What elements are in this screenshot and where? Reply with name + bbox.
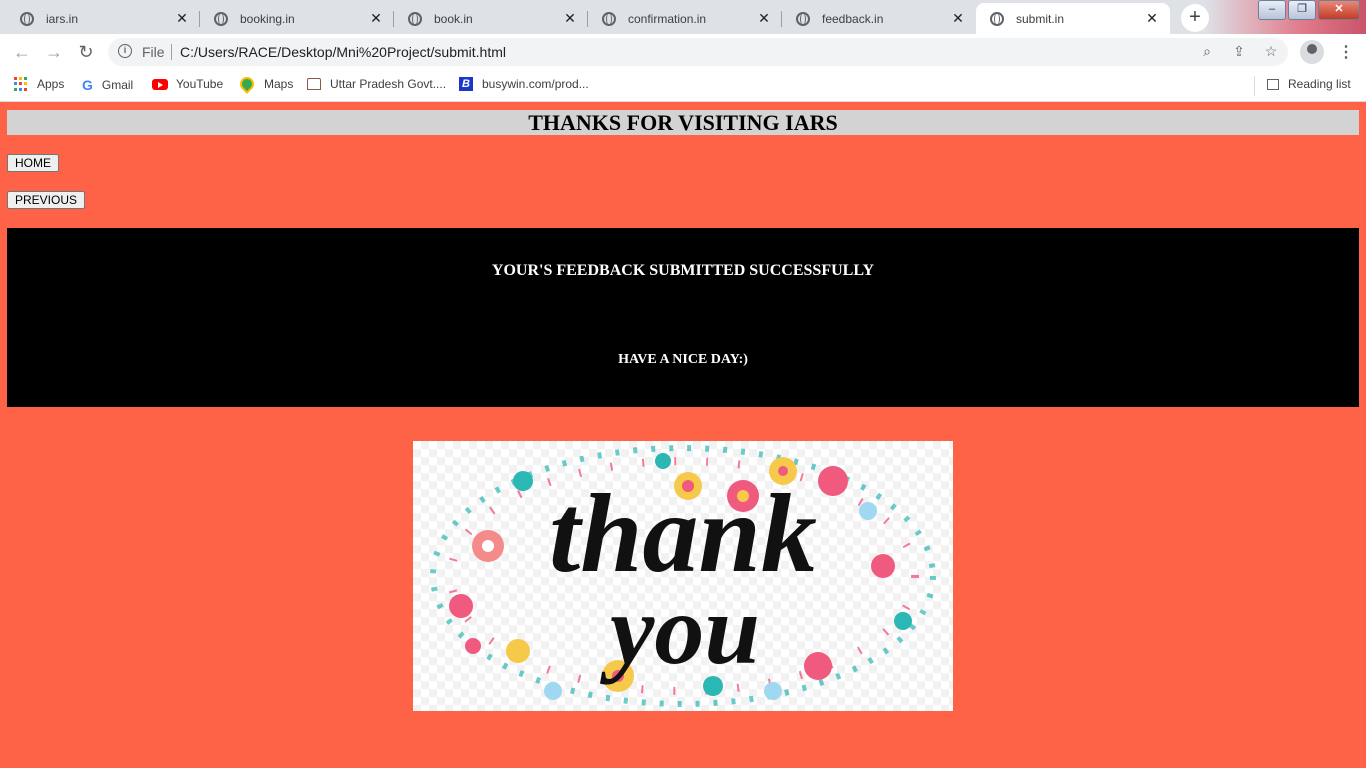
nice-day-message: HAVE A NICE DAY:) xyxy=(618,352,748,367)
forward-arrow-icon[interactable]: → xyxy=(44,42,64,62)
info-icon[interactable]: i xyxy=(118,44,132,58)
reading-list-label: Reading list xyxy=(1288,77,1351,91)
globe-icon xyxy=(796,11,810,26)
government-icon xyxy=(307,78,321,90)
close-icon[interactable]: ✕ xyxy=(754,10,774,27)
busy-icon: B xyxy=(459,77,473,91)
thank-you-illustration: thank you xyxy=(430,445,936,707)
address-bar[interactable]: i File C:/Users/RACE/Desktop/Mni%20Proje… xyxy=(108,38,1288,66)
globe-icon xyxy=(602,11,616,26)
close-icon[interactable]: ✕ xyxy=(172,10,192,27)
address-divider xyxy=(171,44,172,60)
bookmark-label: Uttar Pradesh Govt.... xyxy=(330,77,447,91)
new-tab-button[interactable]: + xyxy=(1181,4,1209,32)
home-button[interactable]: HOME xyxy=(7,154,59,172)
tab-book[interactable]: book.in ✕ xyxy=(394,3,588,34)
browser-menu-icon[interactable]: ⋮ xyxy=(1338,42,1354,62)
bookmark-star-icon[interactable]: ☆ xyxy=(1262,43,1280,60)
thank-you-image: thank you xyxy=(413,441,953,711)
tab-label: booking.in xyxy=(240,11,295,26)
close-icon[interactable]: ✕ xyxy=(1142,10,1162,27)
you-word: you xyxy=(599,574,760,685)
window-controls: – ❐ ✕ xyxy=(1256,0,1360,20)
globe-icon xyxy=(214,11,228,26)
tab-label: book.in xyxy=(434,11,473,26)
previous-button[interactable]: PREVIOUS xyxy=(7,191,86,209)
tab-label: confirmation.in xyxy=(628,11,707,26)
close-icon[interactable]: ✕ xyxy=(366,10,386,27)
bookmark-uttar-pradesh[interactable]: Uttar Pradesh Govt.... xyxy=(307,77,446,91)
message-panel: YOUR'S FEEDBACK SUBMITTED SUCCESSFULLY H… xyxy=(7,228,1359,407)
bookmark-label: YouTube xyxy=(176,77,224,91)
reload-icon[interactable]: ↻ xyxy=(76,42,96,62)
bookmark-youtube[interactable]: YouTube xyxy=(152,77,223,91)
scheme-label: File xyxy=(142,44,165,60)
feedback-success-message: YOUR'S FEEDBACK SUBMITTED SUCCESSFULLY xyxy=(491,262,875,279)
minimize-icon[interactable]: – xyxy=(1258,0,1286,20)
close-icon[interactable]: ✕ xyxy=(948,10,968,27)
bookmark-label: Apps xyxy=(37,77,65,91)
bookmarks-bar: Apps G Gmail YouTube Maps Uttar Pradesh … xyxy=(0,70,1366,102)
tab-strip: iars.in ✕ booking.in ✕ book.in ✕ confirm… xyxy=(0,0,1366,34)
google-icon: G xyxy=(82,77,93,93)
share-icon[interactable]: ⇪ xyxy=(1230,43,1248,60)
page-title: THANKS FOR VISITING IARS xyxy=(7,110,1359,135)
url-text[interactable]: C:/Users/RACE/Desktop/Mni%20Project/subm… xyxy=(180,44,506,60)
apps-grid-icon xyxy=(14,77,28,91)
bookmark-maps[interactable]: Maps xyxy=(237,74,294,94)
globe-icon xyxy=(408,11,422,26)
close-icon[interactable]: ✕ xyxy=(560,10,580,27)
bookmark-busywin[interactable]: B busywin.com/prod... xyxy=(459,77,589,91)
tab-label: iars.in xyxy=(46,11,79,26)
reading-list-button[interactable]: Reading list xyxy=(1267,77,1351,91)
youtube-icon xyxy=(152,78,168,90)
maps-pin-icon xyxy=(237,74,257,94)
globe-icon xyxy=(990,11,1004,26)
reading-list-icon xyxy=(1267,78,1279,90)
tab-feedback[interactable]: feedback.in ✕ xyxy=(782,3,976,34)
globe-icon xyxy=(20,11,34,26)
tab-label: submit.in xyxy=(1016,11,1065,26)
window-close-icon[interactable]: ✕ xyxy=(1318,0,1360,20)
maximize-icon[interactable]: ❐ xyxy=(1288,0,1316,20)
tab-submit[interactable]: submit.in ✕ xyxy=(976,3,1170,34)
tab-iars[interactable]: iars.in ✕ xyxy=(6,3,200,34)
bookmark-label: Maps xyxy=(264,77,294,91)
tab-label: feedback.in xyxy=(822,11,884,26)
bookmark-gmail[interactable]: G Gmail xyxy=(82,77,133,93)
browser-toolbar: ← → ↻ i File C:/Users/RACE/Desktop/Mni%2… xyxy=(0,34,1366,70)
tab-booking[interactable]: booking.in ✕ xyxy=(200,3,394,34)
bookmark-apps[interactable]: Apps xyxy=(14,77,64,91)
back-arrow-icon[interactable]: ← xyxy=(12,42,32,62)
tab-confirmation[interactable]: confirmation.in ✕ xyxy=(588,3,782,34)
profile-avatar-icon[interactable] xyxy=(1300,40,1324,64)
bookmark-label: busywin.com/prod... xyxy=(482,77,589,91)
bookmark-label: Gmail xyxy=(101,78,134,92)
bookmarks-divider xyxy=(1254,76,1255,96)
zoom-icon[interactable]: ⌕ xyxy=(1198,43,1216,60)
